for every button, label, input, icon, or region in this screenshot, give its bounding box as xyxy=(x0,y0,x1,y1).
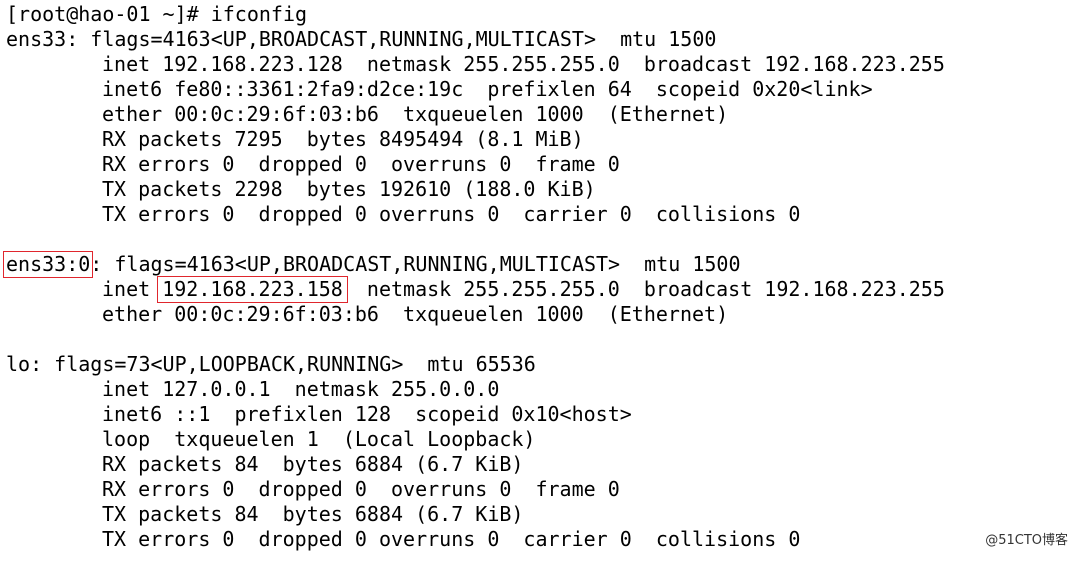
lo-inet6-line: inet6 ::1 prefixlen 128 scopeid 0x10<hos… xyxy=(6,402,1078,427)
ens33-rx-packets-line: RX packets 7295 bytes 8495494 (8.1 MiB) xyxy=(6,127,1078,152)
lo-loop: loop txqueuelen 1 (Local Loopback) xyxy=(102,427,536,451)
lo-tx-errors-line: TX errors 0 dropped 0 overruns 0 carrier… xyxy=(6,527,1078,552)
ens33-0-ip-highlight: 192.168.223.158 xyxy=(157,276,348,303)
lo-rx-errors: RX errors 0 dropped 0 overruns 0 frame 0 xyxy=(102,477,620,501)
ens33-rx-errors: RX errors 0 dropped 0 overruns 0 frame 0 xyxy=(102,152,620,176)
lo-tx-packets-line: TX packets 84 bytes 6884 (6.7 KiB) xyxy=(6,502,1078,527)
ens33-tx-errors: TX errors 0 dropped 0 overruns 0 carrier… xyxy=(102,202,801,226)
watermark: @51CTO博客 xyxy=(985,533,1068,548)
lo-inet: inet 127.0.0.1 netmask 255.0.0.0 xyxy=(102,377,500,401)
ens33-0-flags: : flags=4163<UP,BROADCAST,RUNNING,MULTIC… xyxy=(90,252,741,276)
lo-rx-packets-line: RX packets 84 bytes 6884 (6.7 KiB) xyxy=(6,452,1078,477)
lo-tx-packets: TX packets 84 bytes 6884 (6.7 KiB) xyxy=(102,502,524,526)
ens33-0-inet-label: inet xyxy=(102,277,163,301)
ens33-0-name-highlight: ens33:0 xyxy=(2,251,94,278)
ens33-tx-packets: TX packets 2298 bytes 192610 (188.0 KiB) xyxy=(102,177,596,201)
prompt-command: [root@hao-01 ~]# ifconfig xyxy=(6,2,308,26)
ens33-inet6-line: inet6 fe80::3361:2fa9:d2ce:19c prefixlen… xyxy=(6,77,1078,102)
ens33-rx-packets: RX packets 7295 bytes 8495494 (8.1 MiB) xyxy=(102,127,584,151)
terminal-window[interactable]: [root@hao-01 ~]# ifconfig ens33: flags=4… xyxy=(0,0,1078,561)
ens33-0-header: ens33:0: flags=4163<UP,BROADCAST,RUNNING… xyxy=(2,251,1078,278)
lo-inet-line: inet 127.0.0.1 netmask 255.0.0.0 xyxy=(6,377,1078,402)
lo-header: lo: flags=73<UP,LOOPBACK,RUNNING> mtu 65… xyxy=(6,352,1078,377)
ens33-rx-errors-line: RX errors 0 dropped 0 overruns 0 frame 0 xyxy=(6,152,1078,177)
ens33-name: ens33: xyxy=(6,27,79,51)
ens33-tx-errors-line: TX errors 0 dropped 0 overruns 0 carrier… xyxy=(6,202,1078,227)
ens33-inet6: inet6 fe80::3361:2fa9:d2ce:19c prefixlen… xyxy=(102,77,873,101)
ens33-inet: inet 192.168.223.128 netmask 255.255.255… xyxy=(102,52,945,76)
ens33-flags: flags=4163<UP,BROADCAST,RUNNING,MULTICAS… xyxy=(78,27,717,51)
ens33-0-ether-line: ether 00:0c:29:6f:03:b6 txqueuelen 1000 … xyxy=(6,302,1078,327)
lo-rx-errors-line: RX errors 0 dropped 0 overruns 0 frame 0 xyxy=(6,477,1078,502)
lo-tx-errors: TX errors 0 dropped 0 overruns 0 carrier… xyxy=(102,527,801,551)
lo-loop-line: loop txqueuelen 1 (Local Loopback) xyxy=(6,427,1078,452)
ens33-0-inet-line: inet 192.168.223.158 netmask 255.255.255… xyxy=(6,276,1078,303)
ens33-0-inet-rest: netmask 255.255.255.0 broadcast 192.168.… xyxy=(342,277,945,301)
ens33-0-ether: ether 00:0c:29:6f:03:b6 txqueuelen 1000 … xyxy=(102,302,729,326)
lo-header-text: lo: flags=73<UP,LOOPBACK,RUNNING> mtu 65… xyxy=(6,352,536,376)
ens33-ether: ether 00:0c:29:6f:03:b6 txqueuelen 1000 … xyxy=(102,102,729,126)
lo-rx-packets: RX packets 84 bytes 6884 (6.7 KiB) xyxy=(102,452,524,476)
lo-inet6: inet6 ::1 prefixlen 128 scopeid 0x10<hos… xyxy=(102,402,632,426)
prompt-line: [root@hao-01 ~]# ifconfig xyxy=(6,2,1078,27)
ens33-inet-line: inet 192.168.223.128 netmask 255.255.255… xyxy=(6,52,1078,77)
ens33-tx-packets-line: TX packets 2298 bytes 192610 (188.0 KiB) xyxy=(6,177,1078,202)
ens33-ether-line: ether 00:0c:29:6f:03:b6 txqueuelen 1000 … xyxy=(6,102,1078,127)
ens33-header: ens33: flags=4163<UP,BROADCAST,RUNNING,M… xyxy=(6,27,1078,52)
